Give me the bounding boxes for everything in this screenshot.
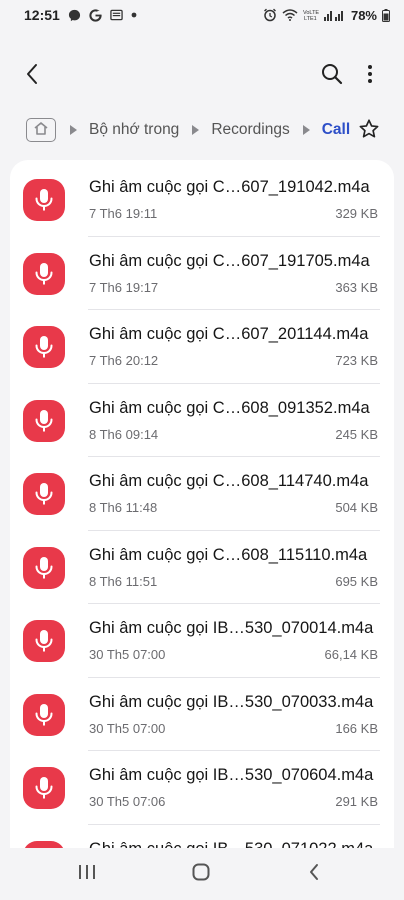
breadcrumb: Bộ nhớ trong Recordings Call — [0, 107, 404, 153]
microphone-icon — [23, 252, 65, 295]
back-nav-icon — [308, 863, 320, 886]
file-row[interactable]: Ghi âm cuộc gọi C…608_114740.m4a 8 Th6 1… — [10, 457, 394, 531]
file-date: 7 Th6 20:12 — [89, 353, 159, 368]
breadcrumb-separator-icon — [192, 125, 200, 135]
file-row[interactable]: Ghi âm cuộc gọi C…608_115110.m4a 8 Th6 1… — [10, 531, 394, 605]
status-right: VoLTE LTE1 78% — [263, 8, 390, 23]
battery-percent: 78% — [350, 7, 377, 23]
breadcrumb-item-call[interactable]: Call — [322, 121, 350, 139]
microphone-icon — [23, 620, 65, 662]
microphone-icon — [23, 546, 65, 589]
file-row[interactable]: Ghi âm cuộc gọi IB…530_071022.m4a — [10, 825, 394, 849]
search-button[interactable] — [314, 58, 350, 94]
file-list-card: Ghi âm cuộc gọi C…607_191042.m4a 7 Th6 1… — [10, 160, 394, 848]
microphone-icon — [23, 840, 65, 848]
google-icon — [89, 8, 102, 22]
breadcrumb-home-button[interactable] — [26, 118, 56, 142]
microphone-icon — [23, 179, 65, 221]
file-row[interactable]: Ghi âm cuộc gọi C…607_191042.m4a 7 Th6 1… — [10, 163, 394, 237]
home-icon — [33, 121, 49, 140]
breadcrumb-item-recordings[interactable]: Recordings — [211, 121, 289, 139]
file-name: Ghi âm cuộc gọi IB…530_070604.m4a — [89, 766, 374, 784]
svg-text:LTE1: LTE1 — [304, 16, 317, 21]
alarm-icon — [263, 8, 277, 22]
file-date: 30 Th5 07:00 — [89, 720, 166, 736]
file-row[interactable]: Ghi âm cuộc gọi C…607_201144.m4a 7 Th6 2… — [10, 310, 394, 384]
news-icon — [110, 9, 123, 21]
file-date: 8 Th6 11:51 — [89, 573, 158, 589]
file-size: 695 KB — [335, 573, 378, 589]
recents-button[interactable] — [67, 860, 107, 888]
app-header — [0, 50, 404, 100]
file-name: Ghi âm cuộc gọi C…608_114740.m4a — [89, 472, 369, 490]
file-name: Ghi âm cuộc gọi C…607_201144.m4a — [89, 325, 369, 343]
file-row[interactable]: Ghi âm cuộc gọi IB…530_070033.m4a 30 Th5… — [10, 678, 394, 752]
file-name: Ghi âm cuộc gọi C…608_115110.m4a — [89, 545, 368, 564]
file-name: Ghi âm cuộc gọi C…607_191705.m4a — [89, 251, 370, 270]
microphone-icon — [23, 473, 65, 515]
file-name: Ghi âm cuộc gọi C…608_091352.m4a — [89, 398, 370, 417]
file-size: 363 KB — [335, 279, 378, 295]
file-row[interactable]: Ghi âm cuộc gọi IB…530_070604.m4a 30 Th5… — [10, 751, 394, 825]
file-row[interactable]: Ghi âm cuộc gọi C…608_091352.m4a 8 Th6 0… — [10, 384, 394, 458]
star-outline-icon — [358, 118, 380, 145]
status-time: 12:51 — [24, 7, 60, 23]
file-name: Ghi âm cuộc gọi IB…530_070014.m4a — [89, 619, 374, 637]
file-size: 66,14 KB — [324, 647, 379, 662]
notification-dot-icon — [131, 12, 137, 18]
file-row[interactable]: Ghi âm cuộc gọi IB…530_070014.m4a 30 Th5… — [10, 604, 394, 678]
file-size: 504 KB — [335, 500, 378, 515]
file-date: 7 Th6 19:11 — [89, 206, 158, 221]
breadcrumb-separator-icon — [70, 125, 77, 135]
file-name: Ghi âm cuộc gọi C…607_191042.m4a — [89, 178, 370, 196]
recents-icon — [78, 864, 96, 885]
microphone-icon — [23, 326, 65, 368]
microphone-icon — [23, 693, 65, 736]
microphone-icon — [23, 767, 65, 809]
file-list: Ghi âm cuộc gọi C…607_191042.m4a 7 Th6 1… — [10, 163, 394, 848]
file-size: 723 KB — [335, 353, 378, 368]
breadcrumb-item-internal-storage[interactable]: Bộ nhớ trong — [89, 121, 179, 139]
wifi-icon — [282, 9, 298, 21]
volte-icon: VoLTE LTE1 — [303, 9, 319, 21]
file-name: Ghi âm cuộc gọi IB…530_071022.m4a — [89, 840, 380, 849]
breadcrumb-separator-icon — [302, 125, 310, 135]
back-nav-button[interactable] — [294, 860, 334, 888]
file-date: 30 Th5 07:00 — [89, 647, 166, 662]
file-size: 329 KB — [335, 206, 378, 221]
back-button[interactable] — [14, 58, 50, 94]
back-arrow-icon — [25, 63, 39, 90]
home-button-icon — [192, 863, 210, 886]
signal-icon — [323, 9, 346, 21]
file-date: 8 Th6 11:48 — [89, 500, 158, 515]
status-left: 12:51 — [24, 7, 137, 23]
status-bar: 12:51 VoLTE LTE1 78% — [0, 0, 404, 30]
favorite-button[interactable] — [355, 117, 383, 145]
search-icon — [321, 63, 343, 90]
more-options-button[interactable] — [352, 58, 388, 94]
file-date: 7 Th6 19:17 — [89, 279, 159, 295]
home-nav-button[interactable] — [181, 860, 221, 888]
battery-icon — [382, 8, 390, 22]
file-date: 30 Th5 07:06 — [89, 794, 166, 809]
file-size: 291 KB — [335, 794, 378, 809]
file-date: 8 Th6 09:14 — [89, 426, 159, 442]
messenger-icon — [68, 9, 81, 22]
file-size: 166 KB — [335, 720, 378, 736]
navigation-bar — [0, 848, 404, 900]
more-vert-icon — [367, 64, 373, 89]
file-size: 245 KB — [335, 426, 378, 442]
file-name: Ghi âm cuộc gọi IB…530_070033.m4a — [89, 692, 374, 711]
microphone-icon — [23, 399, 65, 442]
file-row[interactable]: Ghi âm cuộc gọi C…607_191705.m4a 7 Th6 1… — [10, 237, 394, 311]
